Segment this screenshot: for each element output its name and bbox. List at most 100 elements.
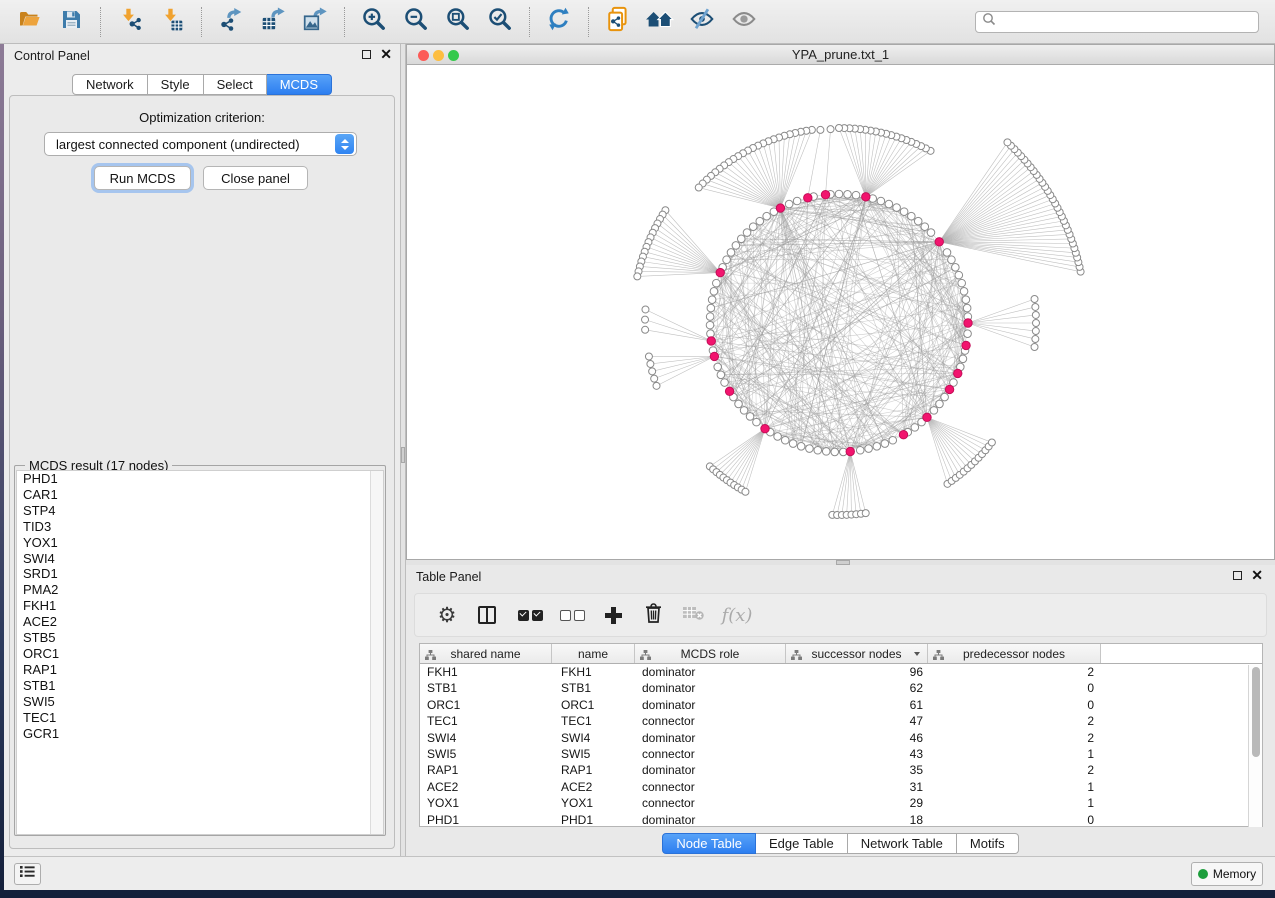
column-header-MCDS-role[interactable]: MCDS role	[635, 644, 786, 663]
tab-node-table[interactable]: Node Table	[662, 833, 756, 854]
mcds-result-item[interactable]: FKH1	[17, 598, 383, 614]
sort-descending-icon	[914, 652, 920, 656]
search-input[interactable]	[1001, 15, 1252, 29]
mcds-result-item[interactable]: TID3	[17, 519, 383, 535]
close-panel-icon[interactable]: ✕	[380, 49, 392, 60]
mcds-result-item[interactable]: SWI5	[17, 694, 383, 710]
mcds-result-item[interactable]: CAR1	[17, 487, 383, 503]
column-header-shared-name[interactable]: shared name	[420, 644, 552, 663]
mcds-result-item[interactable]: RAP1	[17, 662, 383, 678]
tab-network[interactable]: Network	[72, 74, 148, 95]
network-window-titlebar[interactable]: YPA_prune.txt_1	[407, 45, 1274, 65]
tab-style[interactable]: Style	[148, 74, 204, 95]
table-panel-tabs: Node TableEdge TableNetwork TableMotifs	[406, 833, 1275, 854]
export-network-button[interactable]	[213, 4, 249, 40]
optimization-criterion-select[interactable]: largest connected component (undirected)	[44, 132, 357, 156]
floppy-disk-icon	[59, 7, 83, 36]
memory-button[interactable]: Memory	[1191, 862, 1263, 886]
table-row[interactable]: PHD1PHD1dominator180	[420, 812, 1262, 828]
tab-edge-table[interactable]: Edge Table	[756, 833, 848, 854]
mcds-result-item[interactable]: STB5	[17, 630, 383, 646]
column-header-label: predecessor nodes	[963, 647, 1065, 661]
export-table-icon	[260, 6, 286, 37]
table-cell: 96	[786, 664, 928, 680]
column-layout-button[interactable]	[465, 600, 509, 630]
table-row[interactable]: STB1STB1dominator620	[420, 680, 1262, 696]
float-panel-icon[interactable]	[362, 50, 371, 59]
mcds-result-item[interactable]: STP4	[17, 503, 383, 519]
tab-mcds[interactable]: MCDS	[267, 74, 332, 95]
import-network-button[interactable]	[112, 4, 148, 40]
table-settings-button[interactable]: ⚙	[429, 600, 465, 630]
refresh-layout-button[interactable]	[541, 4, 577, 40]
zoom-selected-button[interactable]	[482, 4, 518, 40]
table-scrollbar[interactable]	[1248, 665, 1262, 827]
scrollbar-thumb[interactable]	[1252, 667, 1260, 757]
window-minimize-traffic-light[interactable]	[433, 50, 444, 61]
show-panel-button[interactable]	[726, 4, 762, 40]
mcds-result-item[interactable]: ACE2	[17, 614, 383, 630]
mcds-result-item[interactable]: SWI4	[17, 551, 383, 567]
task-history-button[interactable]	[14, 863, 41, 885]
table-cell: SWI5	[552, 746, 635, 762]
mcds-result-item[interactable]: GCR1	[17, 726, 383, 742]
close-panel-button[interactable]: Close panel	[203, 166, 308, 190]
column-header-predecessor-nodes[interactable]: predecessor nodes	[928, 644, 1101, 663]
network-overview-button[interactable]	[642, 4, 678, 40]
table-row[interactable]: TEC1TEC1connector472	[420, 713, 1262, 729]
tab-network-table[interactable]: Network Table	[848, 833, 957, 854]
splitter-handle[interactable]	[401, 447, 405, 463]
column-header-successor-nodes[interactable]: successor nodes	[786, 644, 928, 663]
table-cell: 43	[786, 746, 928, 762]
table-row[interactable]: SWI4SWI4dominator462	[420, 730, 1262, 746]
mcds-result-item[interactable]: PMA2	[17, 582, 383, 598]
table-row[interactable]: RAP1RAP1dominator352	[420, 762, 1262, 778]
delete-table-button[interactable]	[673, 600, 713, 630]
table-cell: 0	[928, 697, 1101, 713]
network-canvas[interactable]	[407, 65, 1274, 559]
mcds-result-item[interactable]: PHD1	[17, 471, 383, 487]
select-all-columns-button[interactable]	[509, 600, 551, 630]
tab-select[interactable]: Select	[204, 74, 267, 95]
close-panel-icon[interactable]: ✕	[1251, 570, 1263, 581]
mcds-result-item[interactable]: STB1	[17, 678, 383, 694]
table-row[interactable]: YOX1YOX1connector291	[420, 795, 1262, 811]
window-close-traffic-light[interactable]	[418, 50, 429, 61]
float-panel-icon[interactable]	[1233, 571, 1242, 580]
import-table-button[interactable]	[154, 4, 190, 40]
zoom-in-button[interactable]	[356, 4, 392, 40]
add-column-button[interactable]	[593, 600, 633, 630]
mcds-result-item[interactable]: TEC1	[17, 710, 383, 726]
zoom-fit-button[interactable]	[440, 4, 476, 40]
mcds-result-scrollbar[interactable]	[370, 471, 383, 834]
table-cell: 2	[928, 713, 1101, 729]
mcds-result-item[interactable]: SRD1	[17, 566, 383, 582]
search-box[interactable]	[975, 11, 1259, 33]
node-table[interactable]: shared namenameMCDS rolesuccessor nodes p…	[419, 643, 1263, 827]
table-row[interactable]: SWI5SWI5connector431	[420, 746, 1262, 762]
mcds-result-list[interactable]: PHD1CAR1STP4TID3YOX1SWI4SRD1PMA2FKH1ACE2…	[16, 470, 384, 835]
table-row[interactable]: ORC1ORC1dominator610	[420, 697, 1262, 713]
clone-network-button[interactable]	[600, 4, 636, 40]
window-zoom-traffic-light[interactable]	[448, 50, 459, 61]
hide-panel-button[interactable]	[684, 4, 720, 40]
deselect-all-columns-button[interactable]	[551, 600, 593, 630]
table-cell: connector	[635, 795, 786, 811]
open-session-button[interactable]	[11, 4, 47, 40]
column-header-name[interactable]: name	[552, 644, 635, 663]
export-image-button[interactable]	[297, 4, 333, 40]
table-cell: YOX1	[552, 795, 635, 811]
table-cell: STB1	[552, 680, 635, 696]
table-row[interactable]: FKH1FKH1dominator962	[420, 664, 1262, 680]
mcds-result-item[interactable]: ORC1	[17, 646, 383, 662]
tab-motifs[interactable]: Motifs	[957, 833, 1019, 854]
delete-column-button[interactable]	[633, 600, 673, 630]
function-builder-button[interactable]: f(x)	[713, 600, 761, 630]
table-cell: SWI5	[420, 746, 552, 762]
mcds-result-item[interactable]: YOX1	[17, 535, 383, 551]
save-session-button[interactable]	[53, 4, 89, 40]
run-mcds-button[interactable]: Run MCDS	[94, 166, 191, 190]
export-table-button[interactable]	[255, 4, 291, 40]
table-row[interactable]: ACE2ACE2connector311	[420, 779, 1262, 795]
zoom-out-button[interactable]	[398, 4, 434, 40]
